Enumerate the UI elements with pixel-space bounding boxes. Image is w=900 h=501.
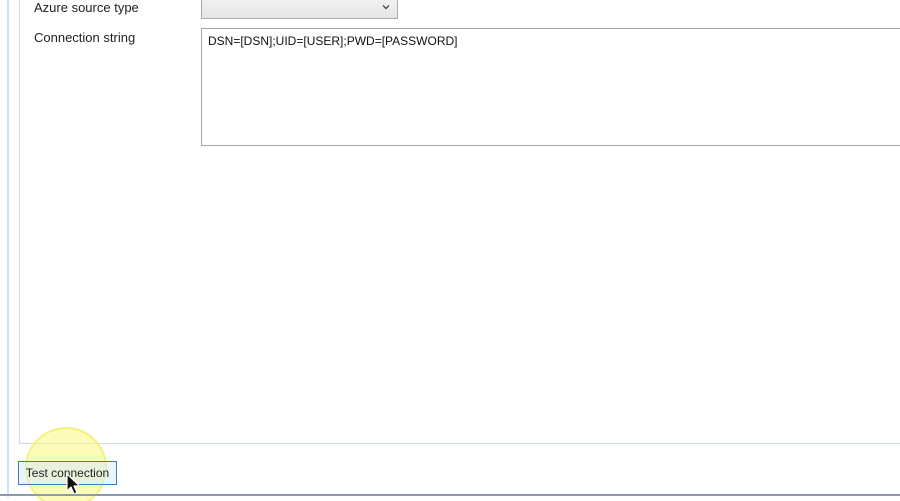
bottom-divider <box>0 494 900 496</box>
connection-string-label: Connection string <box>34 30 136 45</box>
connection-settings-page: Azure source type Connection string DSN=… <box>0 0 900 501</box>
left-accent-bar <box>7 0 9 497</box>
connection-string-input[interactable]: DSN=[DSN];UID=[USER];PWD=[PASSWORD] <box>201 28 900 146</box>
azure-source-type-select[interactable] <box>201 0 398 19</box>
azure-source-type-label: Azure source type <box>34 0 139 15</box>
chevron-down-icon <box>382 5 390 10</box>
